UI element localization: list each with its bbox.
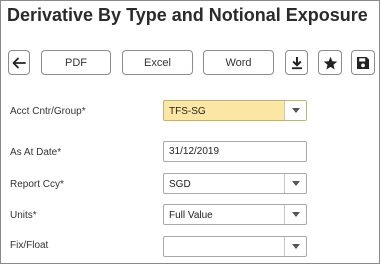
pdf-button[interactable]: PDF — [41, 50, 111, 75]
units-dropdown[interactable] — [284, 205, 306, 224]
save-button[interactable] — [351, 50, 375, 75]
acct-cntr-group-label: Acct Cntr/Group* — [10, 106, 86, 117]
caret-down-icon — [291, 244, 300, 249]
report-ccy-dropdown[interactable] — [284, 174, 306, 193]
favorite-button[interactable] — [318, 50, 342, 75]
as-at-date-input[interactable]: 31/12/2019 — [163, 141, 307, 162]
floppy-disk-icon — [357, 56, 369, 69]
page-title: Derivative By Type and Notional Exposure — [7, 5, 368, 25]
fix-float-label: Fix/Float — [10, 240, 49, 251]
units-value: Full Value — [169, 210, 213, 221]
caret-down-icon — [291, 212, 300, 217]
report-window: Derivative By Type and Notional Exposure… — [0, 0, 380, 264]
download-icon — [291, 56, 302, 69]
report-ccy-label: Report Ccy* — [10, 179, 64, 190]
units-label: Units* — [10, 210, 37, 221]
word-button[interactable]: Word — [203, 50, 274, 75]
acct-cntr-group-value: TFS-SG — [169, 106, 206, 117]
as-at-date-value: 31/12/2019 — [169, 146, 220, 157]
back-button[interactable] — [8, 50, 30, 75]
report-ccy-value: SGD — [169, 179, 191, 190]
acct-cntr-group-dropdown[interactable] — [284, 101, 306, 120]
acct-cntr-group-select[interactable]: TFS-SG — [163, 100, 307, 121]
toolbar: PDF Excel Word — [1, 50, 380, 76]
fix-float-dropdown[interactable] — [284, 237, 306, 256]
fix-float-select[interactable] — [163, 236, 307, 257]
download-button[interactable] — [285, 50, 308, 75]
arrow-left-icon — [12, 57, 26, 68]
star-icon — [323, 56, 337, 70]
units-select[interactable]: Full Value — [163, 204, 307, 225]
caret-down-icon — [291, 108, 300, 113]
caret-down-icon — [291, 181, 300, 186]
as-at-date-label: As At Date* — [10, 147, 62, 158]
excel-button[interactable]: Excel — [122, 50, 193, 75]
report-ccy-select[interactable]: SGD — [163, 173, 307, 194]
